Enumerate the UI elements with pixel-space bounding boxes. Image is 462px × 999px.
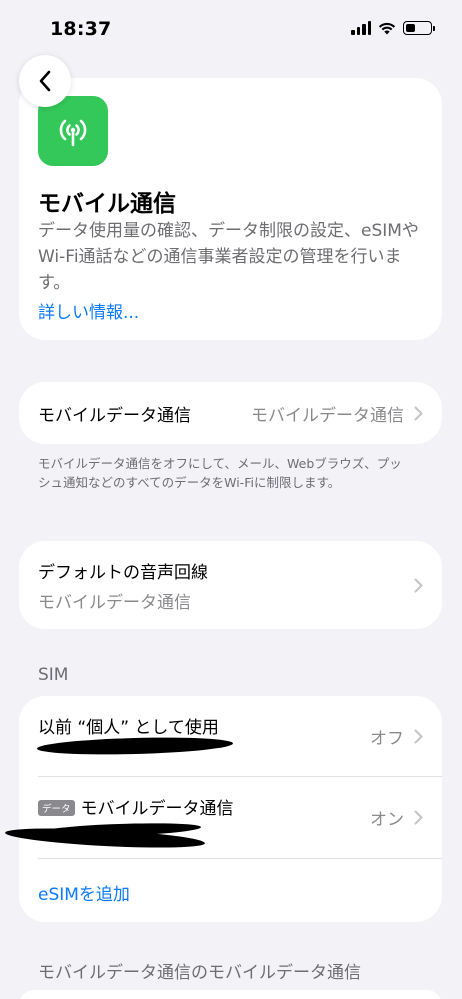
chevron-right-icon [414, 578, 423, 592]
usage-card [19, 990, 442, 999]
divider [38, 858, 442, 859]
default-voice-value: モバイルデータ通信 [38, 592, 191, 613]
info-card: モバイル通信 データ使用量の確認、データ制限の設定、eSIMやWi-Fi通話など… [19, 78, 442, 340]
default-voice-row[interactable]: デフォルトの音声回線 モバイルデータ通信 [19, 541, 442, 629]
status-icons [351, 21, 435, 35]
sim-line-2-row[interactable]: データ モバイルデータ通信 オン [19, 777, 442, 857]
learn-more-link[interactable]: 詳しい情報... [38, 298, 139, 323]
battery-icon [403, 21, 435, 35]
default-voice-label: デフォルトの音声回線 [38, 562, 208, 583]
sim-card: 以前 “個人” として使用 オフ データ モバイルデータ通信 オン eSIMを追加 [4, 696, 442, 922]
wifi-icon [378, 22, 396, 35]
cellular-data-footnote: モバイルデータ通信をオフにして、メール、Webブラウズ、プッシュ通知などのすべて… [38, 456, 402, 490]
chevron-right-icon [414, 406, 423, 420]
data-tag: データ [38, 799, 75, 816]
sim-line-1-label: 以前 “個人” として使用 [38, 717, 219, 738]
default-voice-card: デフォルトの音声回線 モバイルデータ通信 [19, 541, 442, 629]
cellular-data-row[interactable]: モバイルデータ通信 モバイルデータ通信 [19, 382, 442, 444]
sim-line-2-label: モバイルデータ通信 [80, 798, 234, 819]
sim-section-header: SIM [38, 665, 69, 685]
info-description: データ使用量の確認、データ制限の設定、eSIMやWi-Fi通話などの通信事業者設… [38, 221, 419, 293]
add-esim-button[interactable]: eSIMを追加 [38, 880, 130, 905]
cellular-data-label: モバイルデータ通信 [38, 405, 191, 426]
chevron-right-icon [414, 729, 423, 743]
page-title: モバイル通信 [38, 191, 176, 217]
cellular-data-value: モバイルデータ通信 [251, 405, 404, 426]
usage-section-header: モバイルデータ通信のモバイルデータ通信 [38, 963, 361, 983]
sim-line-1-status: オフ [370, 728, 404, 749]
cellular-signal-icon [351, 21, 371, 35]
sim-line-2-status: オン [370, 809, 404, 830]
chevron-right-icon [414, 810, 423, 824]
status-time: 18:37 [50, 18, 112, 40]
sim-line-1-row[interactable]: 以前 “個人” として使用 オフ [19, 696, 442, 776]
status-bar: 18:37 [0, 0, 462, 60]
cellular-data-card: モバイルデータ通信 モバイルデータ通信 [19, 382, 442, 444]
back-button[interactable] [19, 55, 71, 107]
chevron-left-icon [39, 70, 51, 92]
